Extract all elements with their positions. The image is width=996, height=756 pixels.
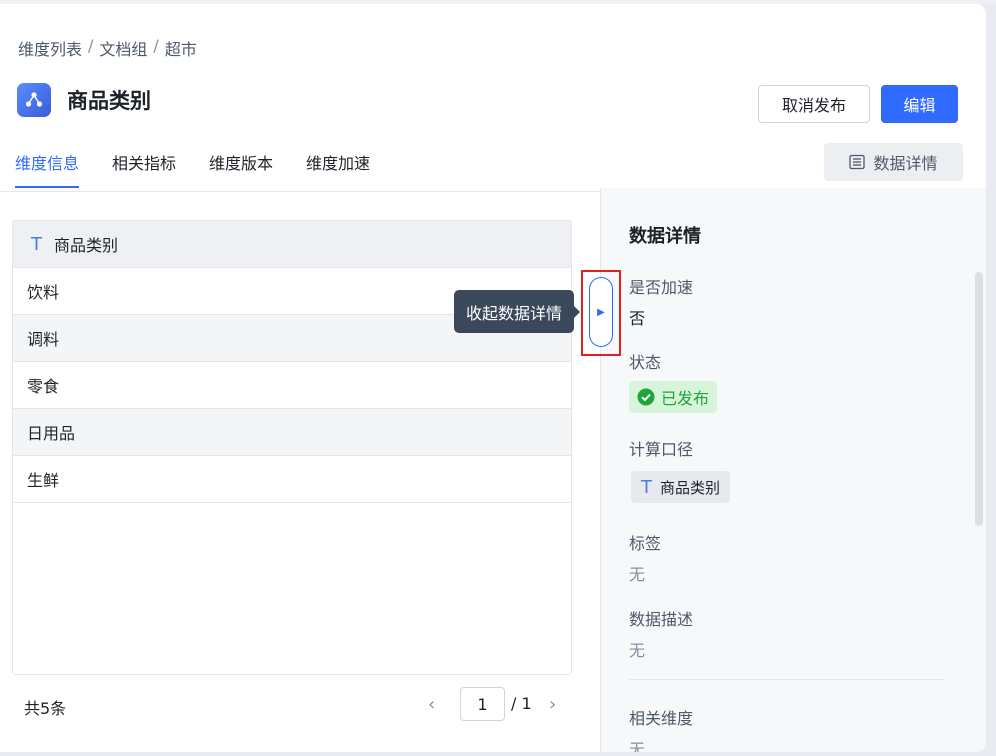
- tab-dimension-version[interactable]: 维度版本: [209, 140, 273, 188]
- formula-value: 商品类别: [660, 478, 721, 497]
- edit-button[interactable]: 编辑: [881, 85, 958, 123]
- table-row: 零食: [13, 362, 571, 409]
- table-header: T 商品类别: [13, 221, 571, 268]
- formula-tag: T 商品类别: [631, 471, 731, 503]
- data-detail-panel: 数据详情 是否加速 否 状态 已发布 计算口径 T 商品类别 标签 无 数据描述…: [600, 188, 986, 752]
- data-detail-button[interactable]: 数据详情: [824, 143, 963, 181]
- breadcrumb-separator: /: [88, 36, 94, 55]
- check-circle-icon: [637, 388, 655, 406]
- status-badge: 已发布: [629, 381, 718, 413]
- panel-title: 数据详情: [629, 226, 701, 247]
- related-dimension-label: 相关维度: [629, 709, 694, 728]
- breadcrumb-item-doc-group[interactable]: 文档组: [99, 36, 147, 60]
- data-table: T 商品类别 饮料 调料 零食 日用品 生鲜: [12, 220, 572, 675]
- dimension-detail-card: 维度列表 / 文档组 / 超市 商品类别 取消发布 编辑 维度信息 相关指标 维…: [0, 4, 986, 752]
- tab-related-metrics[interactable]: 相关指标: [112, 140, 176, 188]
- status-label: 状态: [629, 353, 662, 372]
- total-count: 共5条: [24, 699, 67, 718]
- highlight-box: [581, 270, 621, 356]
- tags-value: 无: [629, 565, 646, 584]
- description-label: 数据描述: [629, 610, 694, 629]
- breadcrumb-item-supermarket: 超市: [164, 40, 197, 59]
- panel-divider: [629, 679, 945, 680]
- breadcrumb: 维度列表 / 文档组 / 超市: [18, 36, 197, 60]
- tab-dimension-accelerate[interactable]: 维度加速: [306, 140, 370, 188]
- description-value: 无: [629, 641, 646, 660]
- title-row: 商品类别: [17, 83, 151, 117]
- accelerate-label: 是否加速: [629, 278, 694, 297]
- collapse-tooltip: 收起数据详情: [454, 290, 580, 333]
- table-row: 生鲜: [13, 456, 571, 503]
- tab-bar: 维度信息 相关指标 维度版本 维度加速: [15, 140, 370, 188]
- column-header: 商品类别: [54, 236, 119, 255]
- tabs-divider: [0, 191, 600, 192]
- panel-scrollbar[interactable]: [975, 272, 983, 526]
- text-type-icon: T: [31, 233, 42, 255]
- chevron-right-icon[interactable]: ›: [549, 694, 556, 715]
- list-icon: [849, 154, 866, 170]
- pagination: 共5条 ‹ 1 / 1 ›: [0, 687, 600, 723]
- page-total: / 1: [511, 694, 532, 713]
- related-dimension-value: 无: [629, 740, 646, 752]
- tags-label: 标签: [629, 534, 662, 553]
- table-row: 日用品: [13, 409, 571, 456]
- tab-dimension-info[interactable]: 维度信息: [15, 140, 80, 188]
- chevron-left-icon[interactable]: ‹: [428, 694, 435, 715]
- status-value: 已发布: [661, 389, 710, 408]
- formula-label: 计算口径: [629, 440, 694, 459]
- breadcrumb-item-dimension-list[interactable]: 维度列表: [18, 36, 82, 60]
- cancel-publish-button[interactable]: 取消发布: [758, 85, 870, 123]
- breadcrumb-separator: /: [153, 36, 159, 55]
- dimension-icon: [17, 83, 51, 117]
- page-input[interactable]: 1: [460, 687, 505, 721]
- text-type-icon: T: [641, 476, 652, 498]
- accelerate-value: 否: [629, 309, 646, 328]
- page-title: 商品类别: [67, 89, 151, 113]
- data-detail-button-label: 数据详情: [873, 154, 938, 173]
